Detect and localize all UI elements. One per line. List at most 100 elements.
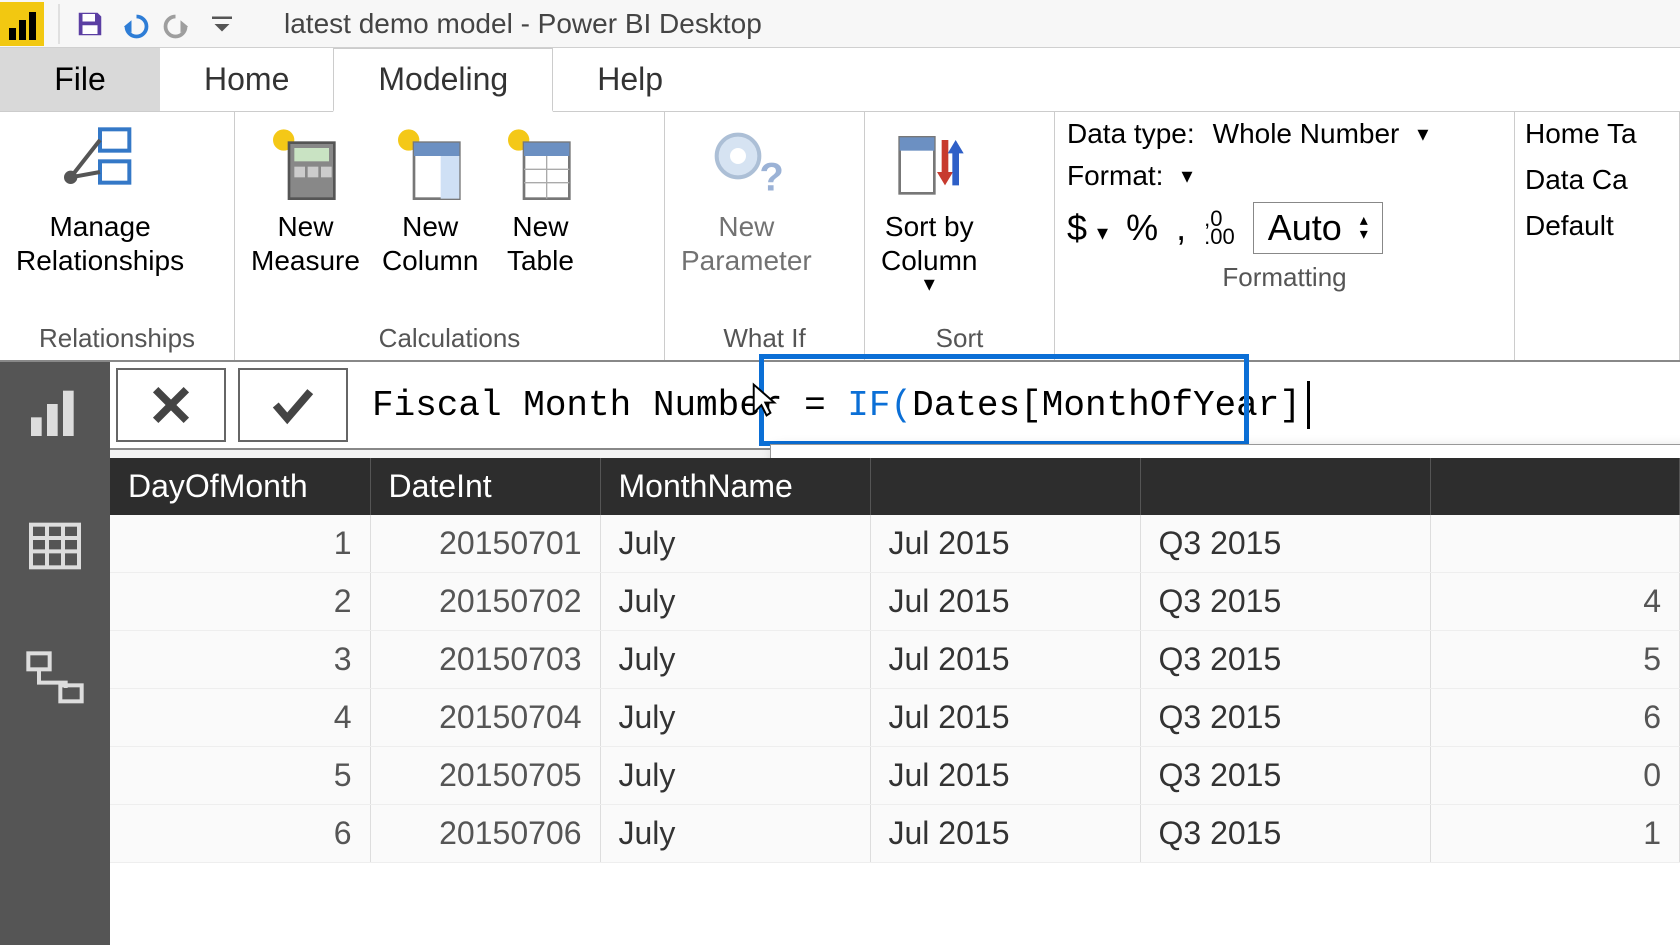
decimals-spinner[interactable]: Auto ▴ ▾ [1253,202,1383,254]
formula-measure-name: Fiscal Month Number = [372,385,826,426]
window-title: latest demo model - Power BI Desktop [284,8,762,40]
cell-dateint: 20150702 [370,573,600,631]
table-row[interactable]: 320150703JulyJul 2015Q3 20155 [110,631,1680,689]
manage-relationships-button[interactable]: Manage Relationships [10,120,190,282]
relationships-icon [60,124,140,204]
redo-button[interactable] [156,2,200,46]
spin-down-icon[interactable]: ▾ [1360,228,1368,242]
data-type-value: Whole Number [1213,118,1400,150]
ribbon-group-relationships: Manage Relationships Relationships [0,112,235,360]
ribbon-group-sort: Sort by Column ▾ Sort [865,112,1055,360]
col-header-monthname[interactable]: MonthName [600,458,870,515]
new-column-button[interactable]: New Column [376,120,484,282]
table-row[interactable]: 220150702JulyJul 2015Q3 20154 [110,573,1680,631]
sort-by-column-label: Sort by Column [881,210,977,278]
format-dropdown[interactable]: Format: ▾ [1067,160,1502,192]
formula-function: IF( [847,385,912,426]
col-header-fiscal[interactable] [1430,458,1680,515]
new-measure-button[interactable]: New Measure [245,120,366,282]
group-label-formatting: Formatting [1055,260,1514,299]
cell-monthname: July [600,631,870,689]
home-table-dropdown[interactable]: Home Ta [1525,118,1669,150]
chevron-down-icon: ▾ [924,278,935,290]
cell-dateint: 20150706 [370,805,600,863]
cell-fiscal: 1 [1430,805,1680,863]
save-button[interactable] [68,2,112,46]
chevron-down-icon: ▾ [1181,170,1192,182]
ribbon-group-formatting: Data type: Whole Number ▾ Format: ▾ $ ▾ … [1055,112,1515,360]
new-parameter-button[interactable]: ? New Parameter [675,120,818,282]
cell-dateint: 20150705 [370,747,600,805]
cell-fiscal: 5 [1430,631,1680,689]
format-label: Format: [1067,160,1163,192]
new-measure-icon [265,124,345,204]
chevron-down-icon: ▾ [1417,128,1428,140]
thousands-button[interactable]: , [1176,207,1186,249]
commit-formula-button[interactable] [238,368,348,442]
table-row[interactable]: 420150704JulyJul 2015Q3 20156 [110,689,1680,747]
table-row[interactable]: 620150706JulyJul 2015Q3 20151 [110,805,1680,863]
gear-question-icon: ? [706,124,786,204]
table-row[interactable]: 120150701JulyJul 2015Q3 2015 [110,515,1680,573]
ribbon: Manage Relationships Relationships New M… [0,112,1680,362]
tab-modeling[interactable]: Modeling [333,48,553,112]
ribbon-group-properties: Home Ta Data Ca Default [1515,112,1680,360]
cell-dayofmonth: 6 [110,805,370,863]
ribbon-group-calculations: New Measure New Column New Table Calcula… [235,112,665,360]
tab-file[interactable]: File [0,48,160,111]
currency-button[interactable]: $ ▾ [1067,207,1108,249]
view-rail [0,362,110,945]
cell-fiscal: 0 [1430,747,1680,805]
tab-help[interactable]: Help [553,48,707,111]
decimals-icon: ,0.00 [1204,210,1235,246]
new-measure-label: New Measure [251,210,360,278]
table-header-row: DayOfMonth DateInt MonthName [110,458,1680,515]
group-label-calculations: Calculations [235,321,664,360]
col-header-dayofmonth[interactable]: DayOfMonth [110,458,370,515]
cell-monthname: July [600,515,870,573]
default-summarization-dropdown[interactable]: Default [1525,210,1669,242]
new-column-label: New Column [382,210,478,278]
group-label-sort: Sort [865,321,1054,360]
cell-quarteryear: Q3 2015 [1140,515,1430,573]
col-header-monthyear[interactable] [870,458,1140,515]
formula-bar: Fiscal Month Number = IF( Dates[MonthOfY… [110,362,1680,450]
cell-monthyear: Jul 2015 [870,631,1140,689]
cell-monthname: July [600,573,870,631]
tab-home[interactable]: Home [160,48,333,111]
separator [58,4,60,44]
qat-customize-button[interactable] [200,2,244,46]
col-header-dateint[interactable]: DateInt [370,458,600,515]
formula-argument: Dates[MonthOfYear] [912,385,1301,426]
formula-input[interactable]: Fiscal Month Number = IF( Dates[MonthOfY… [354,362,1680,448]
data-type-dropdown[interactable]: Data type: Whole Number ▾ [1067,118,1502,150]
report-view-button[interactable] [23,380,87,444]
cell-fiscal: 6 [1430,689,1680,747]
cell-dayofmonth: 4 [110,689,370,747]
data-view-button[interactable] [23,514,87,578]
data-grid[interactable]: DayOfMonth DateInt MonthName 120150701Ju… [110,458,1680,945]
new-table-label: New Table [507,210,574,278]
sort-by-column-button[interactable]: Sort by Column ▾ [875,120,983,294]
cell-quarteryear: Q3 2015 [1140,689,1430,747]
undo-button[interactable] [112,2,156,46]
cell-monthyear: Jul 2015 [870,805,1140,863]
table-row[interactable]: 520150705JulyJul 2015Q3 20150 [110,747,1680,805]
group-label-relationships: Relationships [0,321,234,360]
manage-relationships-label: Manage Relationships [16,210,184,278]
sort-icon [889,124,969,204]
ribbon-tabs: File Home Modeling Help [0,48,1680,112]
cell-dayofmonth: 5 [110,747,370,805]
title-bar: latest demo model - Power BI Desktop [0,0,1680,48]
cell-quarteryear: Q3 2015 [1140,631,1430,689]
cell-dateint: 20150701 [370,515,600,573]
cell-fiscal [1430,515,1680,573]
content-area: Fiscal Month Number = IF( Dates[MonthOfY… [110,362,1680,945]
col-header-quarteryear[interactable] [1140,458,1430,515]
new-table-button[interactable]: New Table [494,120,586,282]
data-category-dropdown[interactable]: Data Ca [1525,164,1669,196]
percent-button[interactable]: % [1126,207,1158,249]
model-view-button[interactable] [23,648,87,712]
cell-monthyear: Jul 2015 [870,573,1140,631]
cancel-formula-button[interactable] [116,368,226,442]
